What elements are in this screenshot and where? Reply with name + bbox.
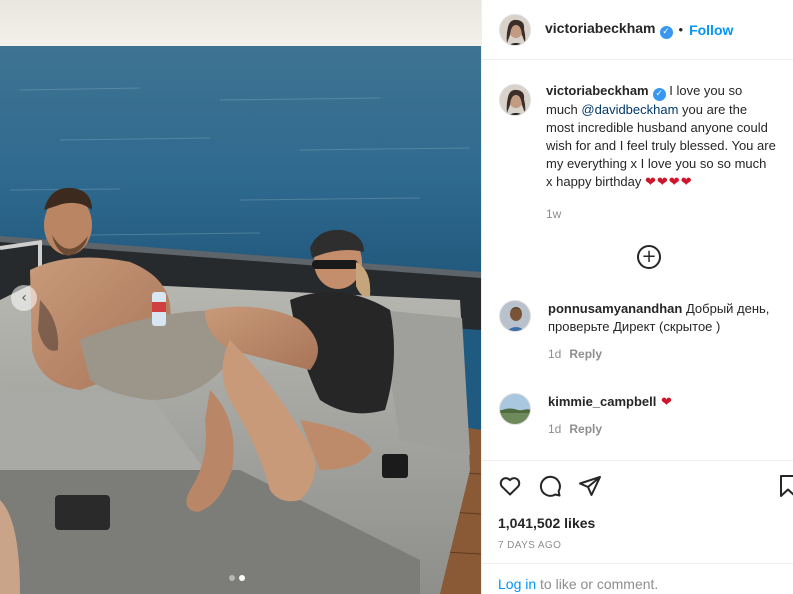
paper-plane-icon[interactable] xyxy=(578,474,602,498)
carousel-prev-button[interactable]: ‹ xyxy=(11,285,37,311)
comment-timestamp[interactable]: 1d xyxy=(548,347,561,361)
reply-button[interactable]: Reply xyxy=(569,347,602,361)
chevron-left-icon: ‹ xyxy=(21,290,27,306)
comment-body: kimmie_campbell ❤ 1d Reply xyxy=(548,393,784,438)
verified-badge-icon: ✓ xyxy=(659,25,673,39)
likes-count[interactable]: 1,041,502 likes xyxy=(498,515,595,531)
comment-username[interactable]: ponnusamyanandhan xyxy=(548,301,682,316)
reply-button[interactable]: Reply xyxy=(569,422,602,436)
login-link[interactable]: Log in xyxy=(498,576,536,592)
comment-text: ❤ xyxy=(656,394,673,409)
author-username-text[interactable]: victoriabeckham xyxy=(545,20,656,36)
avatar-image xyxy=(500,394,530,424)
carousel-indicator xyxy=(229,575,245,581)
post-photo[interactable]: ‹ xyxy=(0,0,481,594)
load-more-comments-button[interactable]: + xyxy=(637,245,661,269)
heart-emojis: ❤❤❤❤ xyxy=(645,173,693,189)
comment-meta: 1d Reply xyxy=(548,345,784,363)
comment-meta: 1d Reply xyxy=(548,420,784,438)
commenter-avatar[interactable] xyxy=(499,300,531,332)
commenter-avatar[interactable] xyxy=(499,393,531,425)
comment-item: kimmie_campbell ❤ 1d Reply xyxy=(499,393,789,438)
header-separator: • xyxy=(678,22,684,37)
caption-username[interactable]: victoriabeckham xyxy=(546,83,649,98)
login-prompt-text: to like or comment. xyxy=(536,576,659,592)
post-side-panel: victoriabeckham ✓ • Follow victoriabeckha… xyxy=(481,0,793,594)
carousel-dot-active xyxy=(239,575,245,581)
carousel-dot xyxy=(229,575,235,581)
comment-item: ponnusamyanandhan Добрый день, проверьте… xyxy=(499,300,789,363)
caption-body: victoriabeckham ✓ I love you so much @dav… xyxy=(546,82,776,223)
post-header: victoriabeckham ✓ • Follow xyxy=(482,0,793,60)
comment-username[interactable]: kimmie_campbell xyxy=(548,394,656,409)
post-age[interactable]: 7 DAYS AGO xyxy=(498,540,561,551)
comment-bubble-icon[interactable] xyxy=(538,474,562,498)
caption-timestamp[interactable]: 1w xyxy=(546,207,561,221)
caption-meta: 1w xyxy=(546,205,776,223)
avatar-image xyxy=(500,85,530,115)
avatar-image xyxy=(500,14,530,45)
comment-body: ponnusamyanandhan Добрый день, проверьте… xyxy=(548,300,784,363)
post-actions: 1,041,502 likes 7 DAYS AGO Log in to lik… xyxy=(482,460,793,594)
avatar-image xyxy=(500,301,530,331)
author-username[interactable]: victoriabeckham ✓ xyxy=(545,20,673,39)
follow-button[interactable]: Follow xyxy=(689,22,733,38)
heart-icon[interactable] xyxy=(498,474,522,498)
caption-author-avatar[interactable] xyxy=(499,84,531,116)
caption-mention-link[interactable]: @davidbeckham xyxy=(581,102,678,117)
comment-timestamp[interactable]: 1d xyxy=(548,422,561,436)
plus-circle-icon: + xyxy=(641,246,657,267)
comments-section: victoriabeckham ✓ I love you so much @dav… xyxy=(482,60,793,460)
post-caption: victoriabeckham ✓ I love you so much @dav… xyxy=(499,82,789,223)
photo-illustration xyxy=(0,0,481,594)
verified-badge-icon: ✓ xyxy=(652,87,666,101)
bookmark-icon[interactable] xyxy=(778,474,793,498)
author-avatar[interactable] xyxy=(499,13,531,46)
login-prompt: Log in to like or comment. xyxy=(482,563,793,594)
